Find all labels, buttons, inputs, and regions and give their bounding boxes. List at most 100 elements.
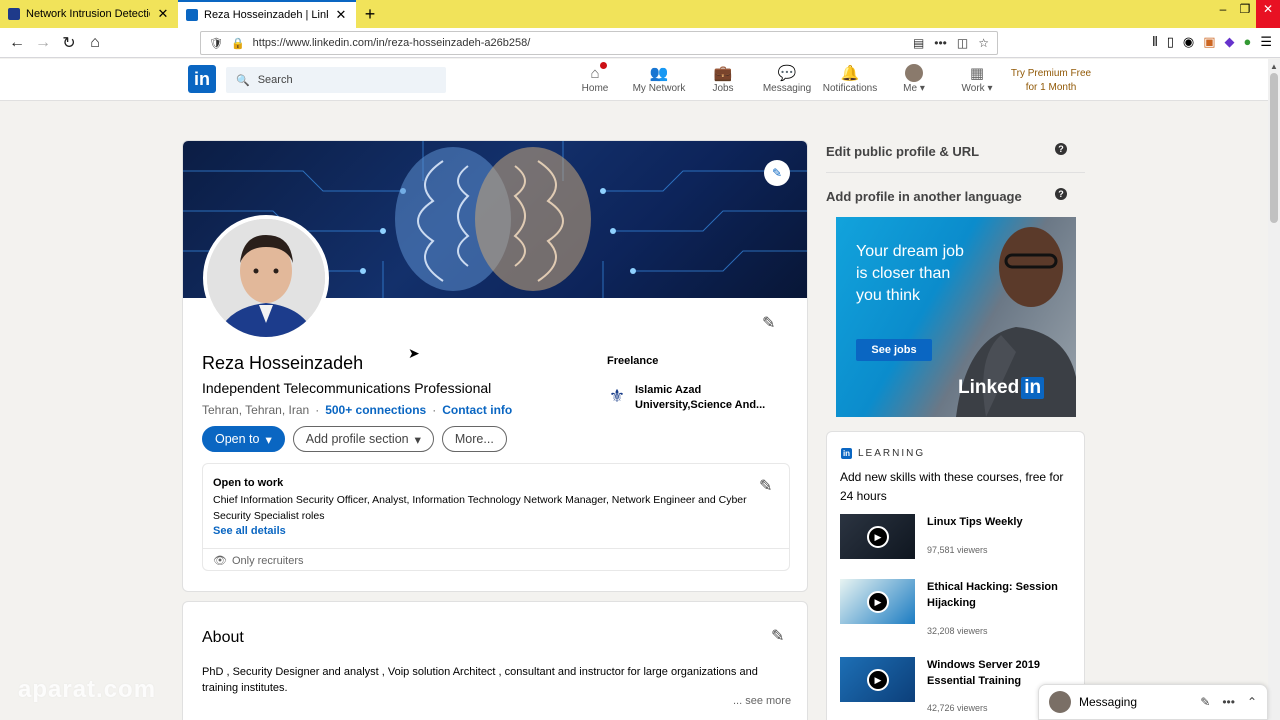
ad-headline: Your dream job is closer than you think <box>856 243 964 304</box>
page-scrollbar[interactable]: ▲ <box>1268 59 1280 720</box>
add-language-profile-link[interactable]: Add profile in another language <box>826 189 1022 204</box>
tab-title: Network Intrusion Detection | S <box>26 8 150 20</box>
tab-title: Reza Hosseinzadeh | LinkedIn <box>204 9 328 21</box>
linkedin-favicon-icon <box>186 9 198 21</box>
messaging-dock[interactable]: Messaging ✎ ••• ⌃ <box>1038 684 1268 720</box>
close-icon[interactable]: ✕ <box>156 6 170 22</box>
sidebar-icon[interactable]: ▯ <box>1167 34 1174 50</box>
url-text[interactable]: https://www.linkedin.com/in/reza-hossein… <box>253 37 905 49</box>
course-title[interactable]: Ethical Hacking: Session Hijacking <box>927 579 1072 611</box>
home-browser-icon[interactable]: ⌂ <box>82 30 108 56</box>
nav-messaging[interactable]: 💬 Messaging <box>762 63 812 94</box>
open-to-work-roles: Chief Information Security Officer, Anal… <box>213 494 747 522</box>
window-close-icon[interactable]: ✕ <box>1256 0 1280 28</box>
nav-label: Notifications <box>822 83 878 94</box>
back-icon[interactable]: ← <box>4 30 30 56</box>
briefcase-icon: 💼 <box>713 65 733 82</box>
about-title: About <box>202 629 244 646</box>
edit-public-profile-link[interactable]: Edit public profile & URL <box>826 144 979 159</box>
more-options-icon[interactable]: ••• <box>1222 695 1235 709</box>
browser-tab-1[interactable]: Network Intrusion Detection | S ✕ <box>0 0 178 28</box>
edit-open-to-work-pencil-icon[interactable]: ✎ <box>759 476 772 496</box>
profile-photo[interactable] <box>203 215 329 341</box>
edit-about-pencil-icon[interactable]: ✎ <box>771 626 784 646</box>
eye-icon: 👁 <box>213 555 227 567</box>
more-button[interactable]: More... <box>441 426 507 452</box>
edit-banner-button[interactable]: ✎ <box>764 160 790 186</box>
account-icon[interactable]: ◉ <box>1183 34 1194 50</box>
nav-jobs[interactable]: 💼 Jobs <box>710 63 736 94</box>
play-icon[interactable]: ▶ <box>867 591 889 613</box>
course-title[interactable]: Linux Tips Weekly <box>927 514 1072 530</box>
new-tab-button[interactable]: + <box>356 0 384 28</box>
reader-view-icon[interactable]: ▤ <box>913 36 924 50</box>
nav-label: Home <box>581 83 609 94</box>
bell-icon: 🔔 <box>840 65 860 82</box>
reload-icon[interactable]: ↻ <box>56 30 82 56</box>
restore-icon[interactable]: ❐ <box>1234 0 1256 28</box>
library-icon[interactable]: ⫴ <box>1152 34 1157 50</box>
messaging-label: Messaging <box>1079 695 1138 709</box>
nav-my-network[interactable]: 👥 My Network <box>630 63 688 94</box>
forward-icon[interactable]: → <box>30 30 56 56</box>
extension-icon[interactable]: ● <box>1243 34 1251 50</box>
course-item[interactable]: ▶ Ethical Hacking: Session Hijacking 32,… <box>840 579 1072 641</box>
page-actions-icon[interactable]: ••• <box>934 36 947 50</box>
course-thumbnail[interactable]: ▶ <box>840 579 915 624</box>
extension-icon[interactable]: ◆ <box>1224 34 1234 50</box>
help-icon[interactable]: ? <box>1055 188 1067 200</box>
play-icon[interactable]: ▶ <box>867 669 889 691</box>
see-more-link[interactable]: ... see more <box>733 695 791 707</box>
notification-badge <box>599 61 608 70</box>
menu-icon[interactable]: ☰ <box>1260 34 1272 50</box>
open-to-button[interactable]: Open to ▾ <box>202 426 285 452</box>
visibility-note: 👁 Only recruiters <box>213 554 304 568</box>
contact-info-link[interactable]: Contact info <box>442 403 512 417</box>
linkedin-logo[interactable]: in <box>188 65 216 93</box>
pocket-icon[interactable]: ◫ <box>957 36 968 50</box>
jobs-advertisement[interactable]: Your dream job is closer than you think … <box>836 217 1076 417</box>
profile-photo-illustration <box>207 219 325 337</box>
learning-intro: Add new skills with these courses, free … <box>840 470 1064 503</box>
nav-label: Work ▾ <box>961 83 993 94</box>
scroll-up-icon[interactable]: ▲ <box>1270 62 1278 71</box>
course-item[interactable]: ▶ Linux Tips Weekly 97,581 viewers <box>840 514 1072 576</box>
address-bar[interactable]: 🛡 🔒 https://www.linkedin.com/in/reza-hos… <box>200 31 998 55</box>
nav-me[interactable]: Me ▾ <box>900 63 928 94</box>
education-item[interactable]: ⚜ Islamic Azad University,Science And... <box>607 383 777 413</box>
window-controls: – ❐ ✕ <box>1212 0 1280 28</box>
help-icon[interactable]: ? <box>1055 143 1067 155</box>
connections-link[interactable]: 500+ connections <box>325 403 426 417</box>
see-jobs-button[interactable]: See jobs <box>856 339 932 361</box>
nav-notifications[interactable]: 🔔 Notifications <box>822 63 878 94</box>
course-viewers: 97,581 viewers <box>927 545 988 555</box>
minimize-icon[interactable]: – <box>1212 0 1234 28</box>
scrollbar-thumb[interactable] <box>1270 73 1278 223</box>
course-thumbnail[interactable]: ▶ <box>840 657 915 702</box>
chevron-up-icon[interactable]: ⌃ <box>1247 695 1257 709</box>
search-input[interactable]: 🔍 Search <box>226 67 446 93</box>
extension-icons: ⫴ ▯ ◉ ▣ ◆ ● ☰ <box>1152 34 1272 50</box>
edit-intro-pencil-icon[interactable]: ✎ <box>762 313 775 333</box>
extension-icon[interactable]: ▣ <box>1203 34 1215 50</box>
current-experience[interactable]: Freelance <box>607 355 658 367</box>
divider <box>203 548 789 549</box>
nav-home[interactable]: ⌂ Home <box>581 61 609 94</box>
pencil-icon: ✎ <box>771 166 783 180</box>
add-profile-section-button[interactable]: Add profile section ▾ <box>292 426 434 452</box>
play-icon[interactable]: ▶ <box>867 526 889 548</box>
close-icon[interactable]: ✕ <box>334 7 348 23</box>
try-premium-link[interactable]: Try Premium Free for 1 Month <box>1008 67 1094 95</box>
visibility-label: Only recruiters <box>231 554 304 567</box>
divider <box>826 172 1085 173</box>
compose-icon[interactable]: ✎ <box>1200 695 1210 709</box>
profile-card: ✎ ✎ Reza Hosseinzadeh Independent Teleco… <box>182 140 808 592</box>
nav-work[interactable]: ▦ Work ▾ <box>960 63 994 94</box>
see-all-details-link[interactable]: See all details <box>213 525 286 537</box>
browser-tab-2[interactable]: Reza Hosseinzadeh | LinkedIn ✕ <box>178 0 356 28</box>
course-thumbnail[interactable]: ▶ <box>840 514 915 559</box>
network-icon: 👥 <box>649 65 669 82</box>
bookmark-star-icon[interactable]: ☆ <box>978 36 989 50</box>
chat-icon: 💬 <box>777 65 797 82</box>
university-logo-icon: ⚜ <box>608 385 626 406</box>
